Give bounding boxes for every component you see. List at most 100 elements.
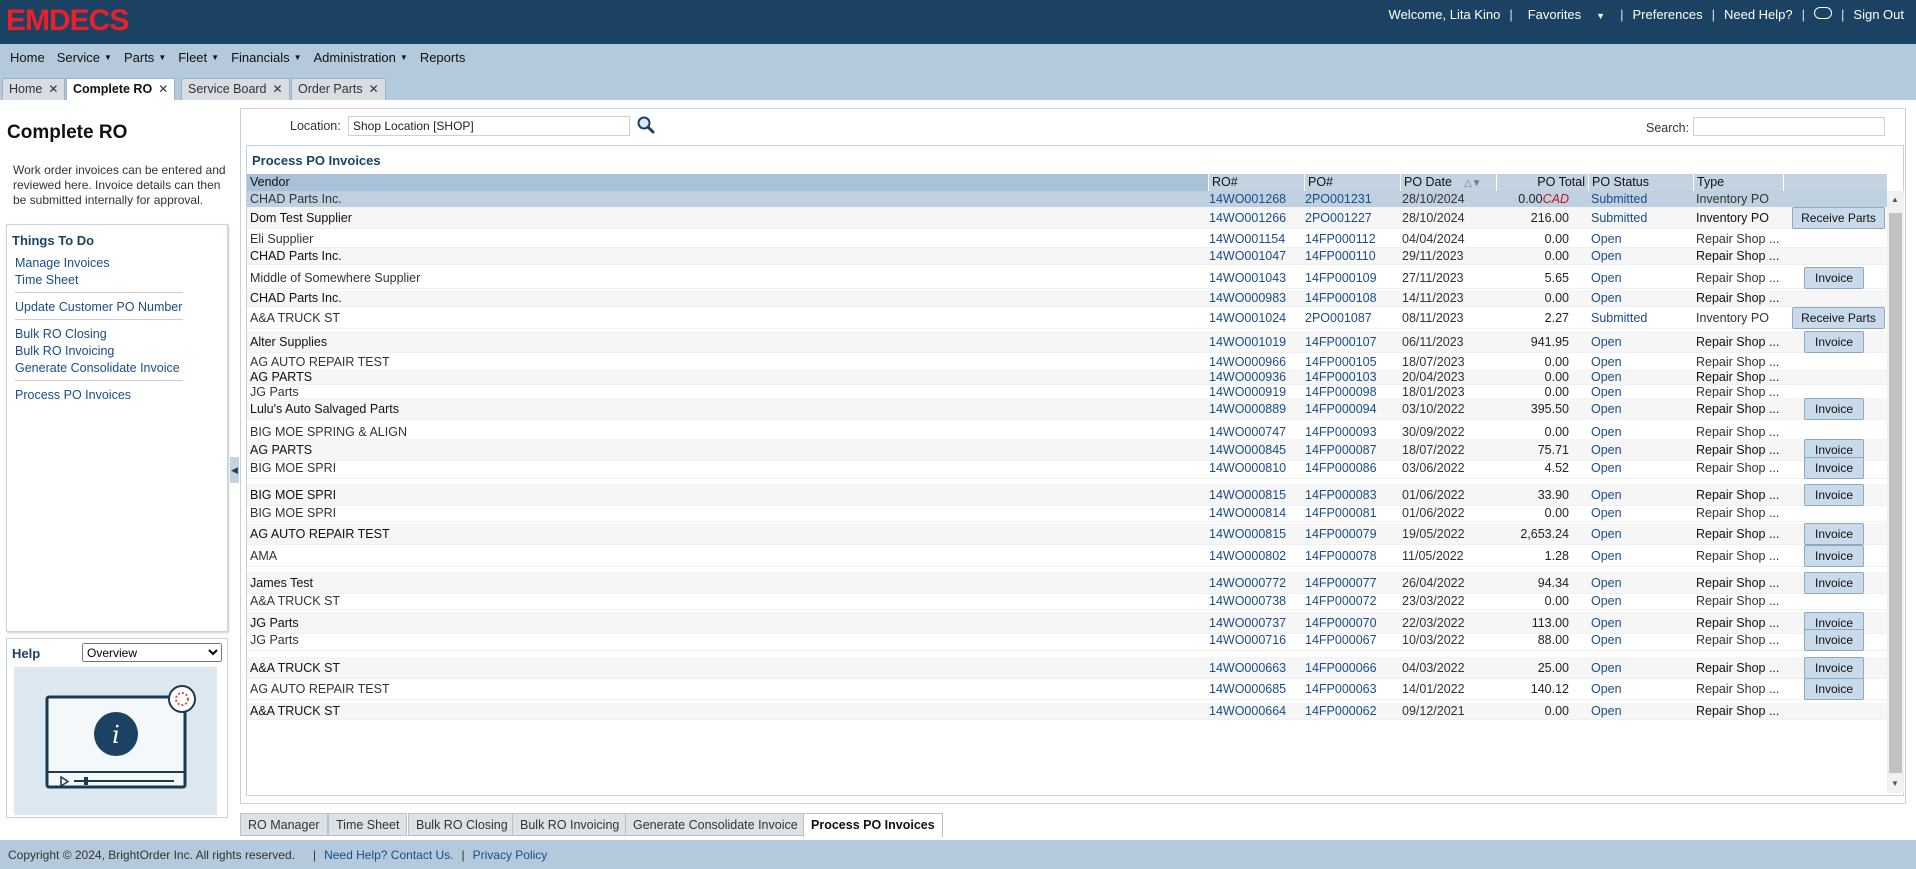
table-row[interactable]: Eli Supplier 14WO001154 14FP000112 04/04/20… [247,231,1887,248]
menu-financials[interactable]: Financials ▼ [225,50,307,65]
scroll-thumb[interactable] [1889,213,1902,773]
po-link[interactable]: 14FP000110 [1305,248,1395,265]
btab-process-po-invoices[interactable]: Process PO Invoices [803,813,943,837]
col-ro[interactable]: RO# [1209,174,1305,191]
col-po-status[interactable]: PO Status [1589,174,1694,191]
po-status-link[interactable]: Open [1591,484,1691,506]
po-status-link[interactable]: Open [1591,545,1691,567]
ro-link[interactable]: 14WO001154 [1209,231,1299,248]
grid-scrollbar[interactable]: ▲ ▼ [1887,191,1904,793]
ro-link[interactable]: 14WO000889 [1209,398,1299,420]
po-status-link[interactable]: Open [1591,267,1691,289]
close-icon[interactable]: ✕ [48,82,58,96]
po-status-link[interactable]: Open [1591,331,1691,353]
ro-link[interactable]: 14WO000663 [1209,657,1299,679]
table-row[interactable]: BIG MOE SPRI 14WO000815 14FP000083 01/06/20… [247,484,1887,506]
po-link[interactable]: 14FP000072 [1305,593,1395,610]
help-topic-select[interactable]: Overview [82,643,222,662]
link-process-po-invoices[interactable]: Process PO Invoices [15,388,131,402]
preferences-link[interactable]: Preferences [1626,7,1708,22]
receive-parts-button[interactable]: Receive Parts [1792,307,1885,329]
sort-icon[interactable]: △▼ [1464,178,1482,189]
favorites-menu[interactable]: Favorites ▼ [1516,7,1617,22]
col-type[interactable]: Type [1694,174,1784,191]
col-po-date[interactable]: PO Date △▼ [1401,174,1497,191]
invoice-button[interactable]: Invoice [1804,678,1864,700]
receive-parts-button[interactable]: Receive Parts [1792,207,1885,229]
ro-link[interactable]: 14WO001268 [1209,191,1299,208]
po-link[interactable]: 14FP000094 [1305,398,1395,420]
po-status-link[interactable]: Submitted [1591,191,1691,208]
col-po-total[interactable]: PO Total [1497,174,1589,191]
table-row[interactable]: AMA 14WO000802 14FP000078 11/05/2022 1.28 Ope… [247,545,1887,567]
invoice-button[interactable]: Invoice [1804,484,1864,506]
table-row[interactable]: A&A TRUCK ST 14WO000738 14FP000072 23/03/20… [247,593,1887,610]
table-row[interactable]: JG Parts 14WO000716 14FP000067 10/03/2022 88… [247,629,1887,651]
ro-link[interactable]: 14WO000738 [1209,593,1299,610]
table-row[interactable]: AG AUTO REPAIR TEST 14WO000685 14FP000063 1… [247,678,1887,700]
po-status-link[interactable]: Open [1591,290,1691,307]
invoice-button[interactable]: Invoice [1804,629,1864,651]
table-row[interactable]: A&A TRUCK ST 14WO000664 14FP000062 09/12/20… [247,703,1887,720]
need-help-link[interactable]: Need Help? [1718,7,1799,22]
po-link[interactable]: 14FP000112 [1305,231,1395,248]
privacy-policy-link[interactable]: Privacy Policy [473,848,548,862]
table-row[interactable]: BIG MOE SPRI 14WO000814 14FP000081 01/06/20… [247,505,1887,522]
po-link[interactable]: 14FP000081 [1305,505,1395,522]
link-update-customer-po[interactable]: Update Customer PO Number [15,300,182,314]
po-status-link[interactable]: Open [1591,369,1691,385]
col-vendor[interactable]: Vendor [247,174,1209,191]
close-icon[interactable]: ✕ [273,82,283,96]
po-status-link[interactable]: Submitted [1591,207,1691,229]
po-status-link[interactable]: Open [1591,523,1691,545]
po-link[interactable]: 14FP000083 [1305,484,1395,506]
ro-link[interactable]: 14WO000802 [1209,545,1299,567]
close-icon[interactable]: ✕ [369,82,379,96]
po-link[interactable]: 14FP000062 [1305,703,1395,720]
contact-us-link[interactable]: Need Help? Contact Us. [324,848,453,862]
po-link[interactable]: 2PO001227 [1305,207,1395,229]
po-link[interactable]: 14FP000108 [1305,290,1395,307]
close-icon[interactable]: ✕ [158,82,168,96]
po-link[interactable]: 14FP000079 [1305,523,1395,545]
po-link[interactable]: 2PO001231 [1305,191,1395,208]
ro-link[interactable]: 14WO001024 [1209,307,1299,329]
po-status-link[interactable]: Open [1591,505,1691,522]
po-status-link[interactable]: Open [1591,657,1691,679]
table-row[interactable]: James Test 14WO000772 14FP000077 26/04/2022… [247,572,1887,594]
po-link[interactable]: 14FP000105 [1305,354,1395,370]
collapse-panel-handle[interactable]: ◀ [230,457,239,483]
table-row[interactable]: BIG MOE SPRI 14WO000810 14FP000086 03/06/20… [247,457,1887,479]
ro-link[interactable]: 14WO001047 [1209,248,1299,265]
tab-order-parts[interactable]: Order Parts ✕ [291,78,386,100]
ro-link[interactable]: 14WO000664 [1209,703,1299,720]
link-generate-consolidate-invoice[interactable]: Generate Consolidate Invoice [15,361,180,375]
menu-reports[interactable]: Reports [414,50,472,65]
table-row[interactable]: A&A TRUCK ST 14WO000663 14FP000066 04/03/20… [247,657,1887,679]
table-row[interactable]: AG AUTO REPAIR TEST 14WO000815 14FP000079 1… [247,523,1887,545]
btab-ro-manager[interactable]: RO Manager [240,813,328,836]
ro-link[interactable]: 14WO000685 [1209,678,1299,700]
invoice-button[interactable]: Invoice [1804,457,1864,479]
table-row[interactable]: Alter Supplies 14WO001019 14FP000107 06/11/… [247,331,1887,353]
btab-time-sheet[interactable]: Time Sheet [328,813,408,836]
btab-bulk-ro-invoicing[interactable]: Bulk RO Invoicing [512,813,628,836]
table-row[interactable]: A&A TRUCK ST 14WO001024 2PO001087 08/11/202… [247,307,1887,329]
table-row[interactable]: AG PARTS 14WO000936 14FP000103 20/04/2023 0.… [247,369,1887,385]
btab-bulk-ro-closing[interactable]: Bulk RO Closing [408,813,516,836]
ro-link[interactable]: 14WO000936 [1209,369,1299,385]
ro-link[interactable]: 14WO001266 [1209,207,1299,229]
po-status-link[interactable]: Open [1591,572,1691,594]
po-link[interactable]: 14FP000109 [1305,267,1395,289]
chat-icon[interactable] [1808,7,1838,22]
table-row[interactable]: Middle of Somewhere Supplier 14WO001043 14… [247,267,1887,289]
table-row[interactable]: CHAD Parts Inc. 14WO001047 14FP000110 29/11… [247,248,1887,265]
link-bulk-ro-closing[interactable]: Bulk RO Closing [15,327,107,341]
search-icon[interactable] [636,115,656,138]
menu-home[interactable]: Home [4,50,51,65]
po-status-link[interactable]: Open [1591,703,1691,720]
link-manage-invoices[interactable]: Manage Invoices [15,256,110,270]
po-link[interactable]: 14FP000077 [1305,572,1395,594]
po-status-link[interactable]: Open [1591,629,1691,651]
tab-service-board[interactable]: Service Board ✕ [181,78,290,100]
